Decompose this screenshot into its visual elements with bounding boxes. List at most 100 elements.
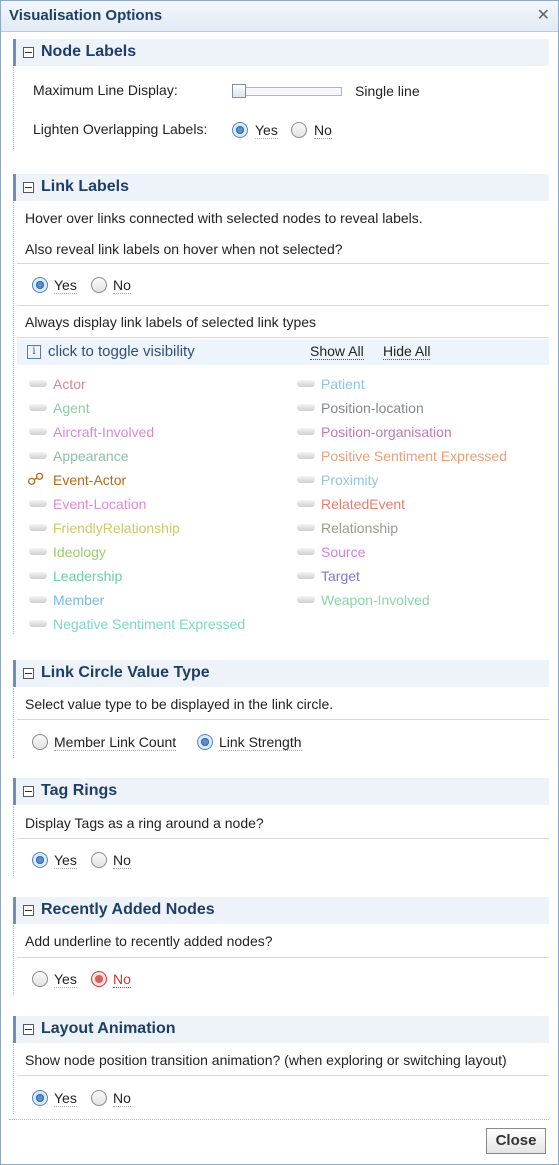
- link-type-label[interactable]: Event-Location: [53, 496, 146, 512]
- section-divider: [13, 806, 14, 876]
- link-type-label[interactable]: Weapon-Involved: [321, 592, 430, 608]
- reveal-no-label[interactable]: No: [113, 277, 131, 294]
- layout-yes-radio[interactable]: [32, 1090, 48, 1106]
- show-all-link[interactable]: Show All: [310, 344, 364, 360]
- link-type-label[interactable]: Agent: [53, 400, 90, 416]
- link-inactive-icon: [29, 452, 47, 459]
- link-circle-description: Select value type to be displayed in the…: [25, 696, 334, 712]
- link-type-label[interactable]: Proximity: [321, 472, 379, 488]
- layout-animation-question: Show node position transition animation?…: [25, 1052, 507, 1068]
- section-title: Link Labels: [41, 178, 130, 195]
- collapse-icon[interactable]: [23, 905, 34, 916]
- tag-rings-no-label[interactable]: No: [113, 852, 131, 869]
- lighten-no-label[interactable]: No: [314, 122, 332, 139]
- close-icon[interactable]: ✕: [537, 5, 550, 25]
- link-active-icon: ☍: [27, 470, 45, 489]
- section-link-circle: Link Circle Value Type: [13, 660, 549, 687]
- section-recent-nodes: Recently Added Nodes: [13, 897, 549, 924]
- section-title: Layout Animation: [41, 1020, 176, 1037]
- section-divider: [13, 925, 14, 995]
- close-button[interactable]: Close: [486, 1128, 546, 1154]
- tag-rings-yes-label[interactable]: Yes: [54, 852, 77, 869]
- link-type-label[interactable]: Event-Actor: [53, 472, 126, 488]
- link-type-label[interactable]: Position-location: [321, 400, 424, 416]
- always-display-text: Always display link labels of selected l…: [25, 314, 317, 330]
- dialog-titlebar: Visualisation Options ✕: [1, 1, 558, 32]
- lighten-yes-label[interactable]: Yes: [255, 122, 278, 139]
- link-type-label[interactable]: Member: [53, 592, 104, 608]
- collapse-icon[interactable]: [23, 47, 34, 58]
- tag-rings-no-radio[interactable]: [91, 852, 107, 868]
- section-header-node-labels[interactable]: Node Labels: [13, 39, 549, 66]
- link-type-label[interactable]: FriendlyRelationship: [53, 520, 180, 536]
- layout-no-label[interactable]: No: [113, 1090, 131, 1107]
- reveal-yes-radio[interactable]: [32, 277, 48, 293]
- section-link-labels: Link Labels: [13, 174, 549, 201]
- link-inactive-icon: [29, 500, 47, 507]
- link-type-label[interactable]: Patient: [321, 376, 365, 392]
- link-inactive-icon: [297, 428, 315, 435]
- link-strength-radio[interactable]: [197, 734, 213, 750]
- max-line-slider[interactable]: [232, 87, 342, 96]
- layout-no-radio[interactable]: [91, 1090, 107, 1106]
- reveal-yes-label[interactable]: Yes: [54, 277, 77, 294]
- lighten-yes-radio[interactable]: [232, 122, 248, 138]
- layout-yes-label[interactable]: Yes: [54, 1090, 77, 1107]
- collapse-icon[interactable]: [23, 668, 34, 679]
- tag-rings-yes-radio[interactable]: [32, 852, 48, 868]
- section-header-tag-rings[interactable]: Tag Rings: [13, 778, 549, 805]
- hide-all-link[interactable]: Hide All: [383, 344, 431, 360]
- section-divider: [13, 1044, 14, 1114]
- link-type-label[interactable]: Source: [321, 544, 365, 560]
- link-type-label[interactable]: Relationship: [321, 520, 398, 536]
- link-type-label[interactable]: Positive Sentiment Expressed: [321, 448, 507, 464]
- link-type-label[interactable]: Aircraft-Involved: [53, 424, 154, 440]
- link-inactive-icon: [297, 596, 315, 603]
- divider: [17, 1075, 549, 1076]
- divider: [17, 305, 549, 306]
- link-inactive-icon: [29, 620, 47, 627]
- info-icon: i: [27, 345, 41, 359]
- hover-description: Hover over links connected with selected…: [25, 210, 423, 226]
- recent-no-label[interactable]: No: [113, 971, 131, 988]
- link-inactive-icon: [29, 548, 47, 555]
- link-type-label[interactable]: Leadership: [53, 568, 122, 584]
- link-inactive-icon: [29, 428, 47, 435]
- toggle-visibility-bar: i click to toggle visibility Show All Hi…: [17, 339, 549, 365]
- recent-no-radio[interactable]: [91, 971, 107, 987]
- section-header-layout-animation[interactable]: Layout Animation: [13, 1016, 549, 1043]
- link-type-label[interactable]: Target: [321, 568, 360, 584]
- section-node-labels: Node Labels: [13, 39, 549, 66]
- link-strength-label[interactable]: Link Strength: [219, 734, 302, 751]
- link-inactive-icon: [297, 500, 315, 507]
- slider-handle[interactable]: [232, 84, 246, 98]
- max-line-value: Single line: [355, 83, 420, 99]
- collapse-icon[interactable]: [23, 786, 34, 797]
- link-inactive-icon: [297, 476, 315, 483]
- max-line-label: Maximum Line Display:: [33, 82, 178, 98]
- link-type-label[interactable]: Appearance: [53, 448, 129, 464]
- member-link-count-label[interactable]: Member Link Count: [54, 734, 177, 751]
- member-link-count-radio[interactable]: [32, 734, 48, 750]
- reveal-no-radio[interactable]: [91, 277, 107, 293]
- collapse-icon[interactable]: [23, 1024, 34, 1035]
- link-type-label[interactable]: Ideology: [53, 544, 106, 560]
- recent-nodes-question: Add underline to recently added nodes?: [25, 933, 273, 949]
- recent-yes-label[interactable]: Yes: [54, 971, 77, 988]
- collapse-icon[interactable]: [23, 182, 34, 193]
- link-type-label[interactable]: Actor: [53, 376, 86, 392]
- link-inactive-icon: [29, 404, 47, 411]
- link-type-label[interactable]: RelatedEvent: [321, 496, 405, 512]
- section-header-link-circle[interactable]: Link Circle Value Type: [13, 660, 549, 687]
- link-inactive-icon: [29, 596, 47, 603]
- section-header-recent-nodes[interactable]: Recently Added Nodes: [13, 897, 549, 924]
- link-type-label[interactable]: Negative Sentiment Expressed: [53, 616, 245, 632]
- lighten-no-radio[interactable]: [291, 122, 307, 138]
- recent-yes-radio[interactable]: [32, 971, 48, 987]
- divider: [17, 337, 549, 338]
- link-type-label[interactable]: Position-organisation: [321, 424, 452, 440]
- link-inactive-icon: [297, 524, 315, 531]
- toggle-hint: click to toggle visibility: [48, 343, 195, 360]
- link-inactive-icon: [297, 548, 315, 555]
- section-header-link-labels[interactable]: Link Labels: [13, 174, 549, 201]
